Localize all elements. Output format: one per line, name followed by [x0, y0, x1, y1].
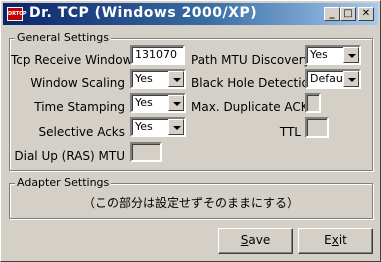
maximize-button[interactable]: □ — [340, 7, 356, 21]
window-scaling-select[interactable]: Yes — [130, 69, 186, 89]
exit-button-accesskey: x — [331, 233, 339, 247]
selective-acks-label: Selective Acks — [38, 125, 125, 139]
save-button-label-post: ave — [248, 233, 271, 247]
chevron-down-icon[interactable] — [343, 47, 359, 63]
time-stamping-value: Yes — [135, 96, 153, 109]
ttl-input[interactable] — [305, 117, 329, 138]
tcp-receive-window-label: Tcp Receive Window — [11, 53, 133, 67]
dial-up-mtu-input[interactable] — [130, 142, 162, 162]
chevron-down-icon[interactable] — [168, 95, 184, 111]
selective-acks-value: Yes — [135, 120, 153, 133]
window-scaling-value: Yes — [135, 72, 153, 85]
black-hole-detection-select[interactable]: Defaul — [305, 69, 361, 89]
close-button[interactable]: ✕ — [358, 7, 374, 21]
dial-up-mtu-label: Dial Up (RAS) MTU — [14, 149, 125, 163]
path-mtu-discovery-value: Yes — [310, 48, 328, 61]
window-scaling-label: Window Scaling — [30, 76, 125, 90]
minimize-button[interactable]: _ — [324, 7, 340, 21]
exit-button[interactable]: Exit — [298, 228, 373, 254]
adapter-settings-note: （この部分は設定せずそのままにする） — [82, 196, 300, 210]
time-stamping-select[interactable]: Yes — [130, 93, 186, 113]
exit-button-label-pre: E — [324, 233, 332, 247]
chevron-down-icon[interactable] — [168, 71, 184, 87]
time-stamping-label: Time Stamping — [34, 100, 125, 114]
black-hole-detection-label: Black Hole Detection — [191, 76, 317, 90]
ttl-label: TTL — [279, 125, 301, 139]
app-icon: DRTCP — [7, 7, 27, 21]
path-mtu-discovery-select[interactable]: Yes — [305, 45, 361, 65]
chevron-down-icon[interactable] — [343, 71, 359, 87]
black-hole-detection-value: Defaul — [310, 72, 346, 85]
window-title: Dr. TCP (Windows 2000/XP) — [29, 5, 258, 21]
selective-acks-select[interactable]: Yes — [130, 117, 186, 137]
exit-button-label-post: it — [338, 233, 347, 247]
max-duplicate-acks-input[interactable] — [305, 93, 321, 113]
path-mtu-discovery-label: Path MTU Discovery — [191, 53, 311, 67]
max-duplicate-acks-label: Max. Duplicate ACKs — [191, 100, 315, 114]
tcp-receive-window-input[interactable]: 131070 — [130, 45, 185, 65]
title-bar[interactable]: DRTCP Dr. TCP (Windows 2000/XP) _ □ ✕ — [3, 3, 378, 25]
general-settings-label: General Settings — [15, 31, 111, 44]
chevron-down-icon[interactable] — [168, 119, 184, 135]
main-window: DRTCP Dr. TCP (Windows 2000/XP) _ □ ✕ Ge… — [0, 0, 381, 262]
adapter-settings-label: Adapter Settings — [15, 176, 112, 189]
save-button[interactable]: Save — [218, 228, 293, 254]
